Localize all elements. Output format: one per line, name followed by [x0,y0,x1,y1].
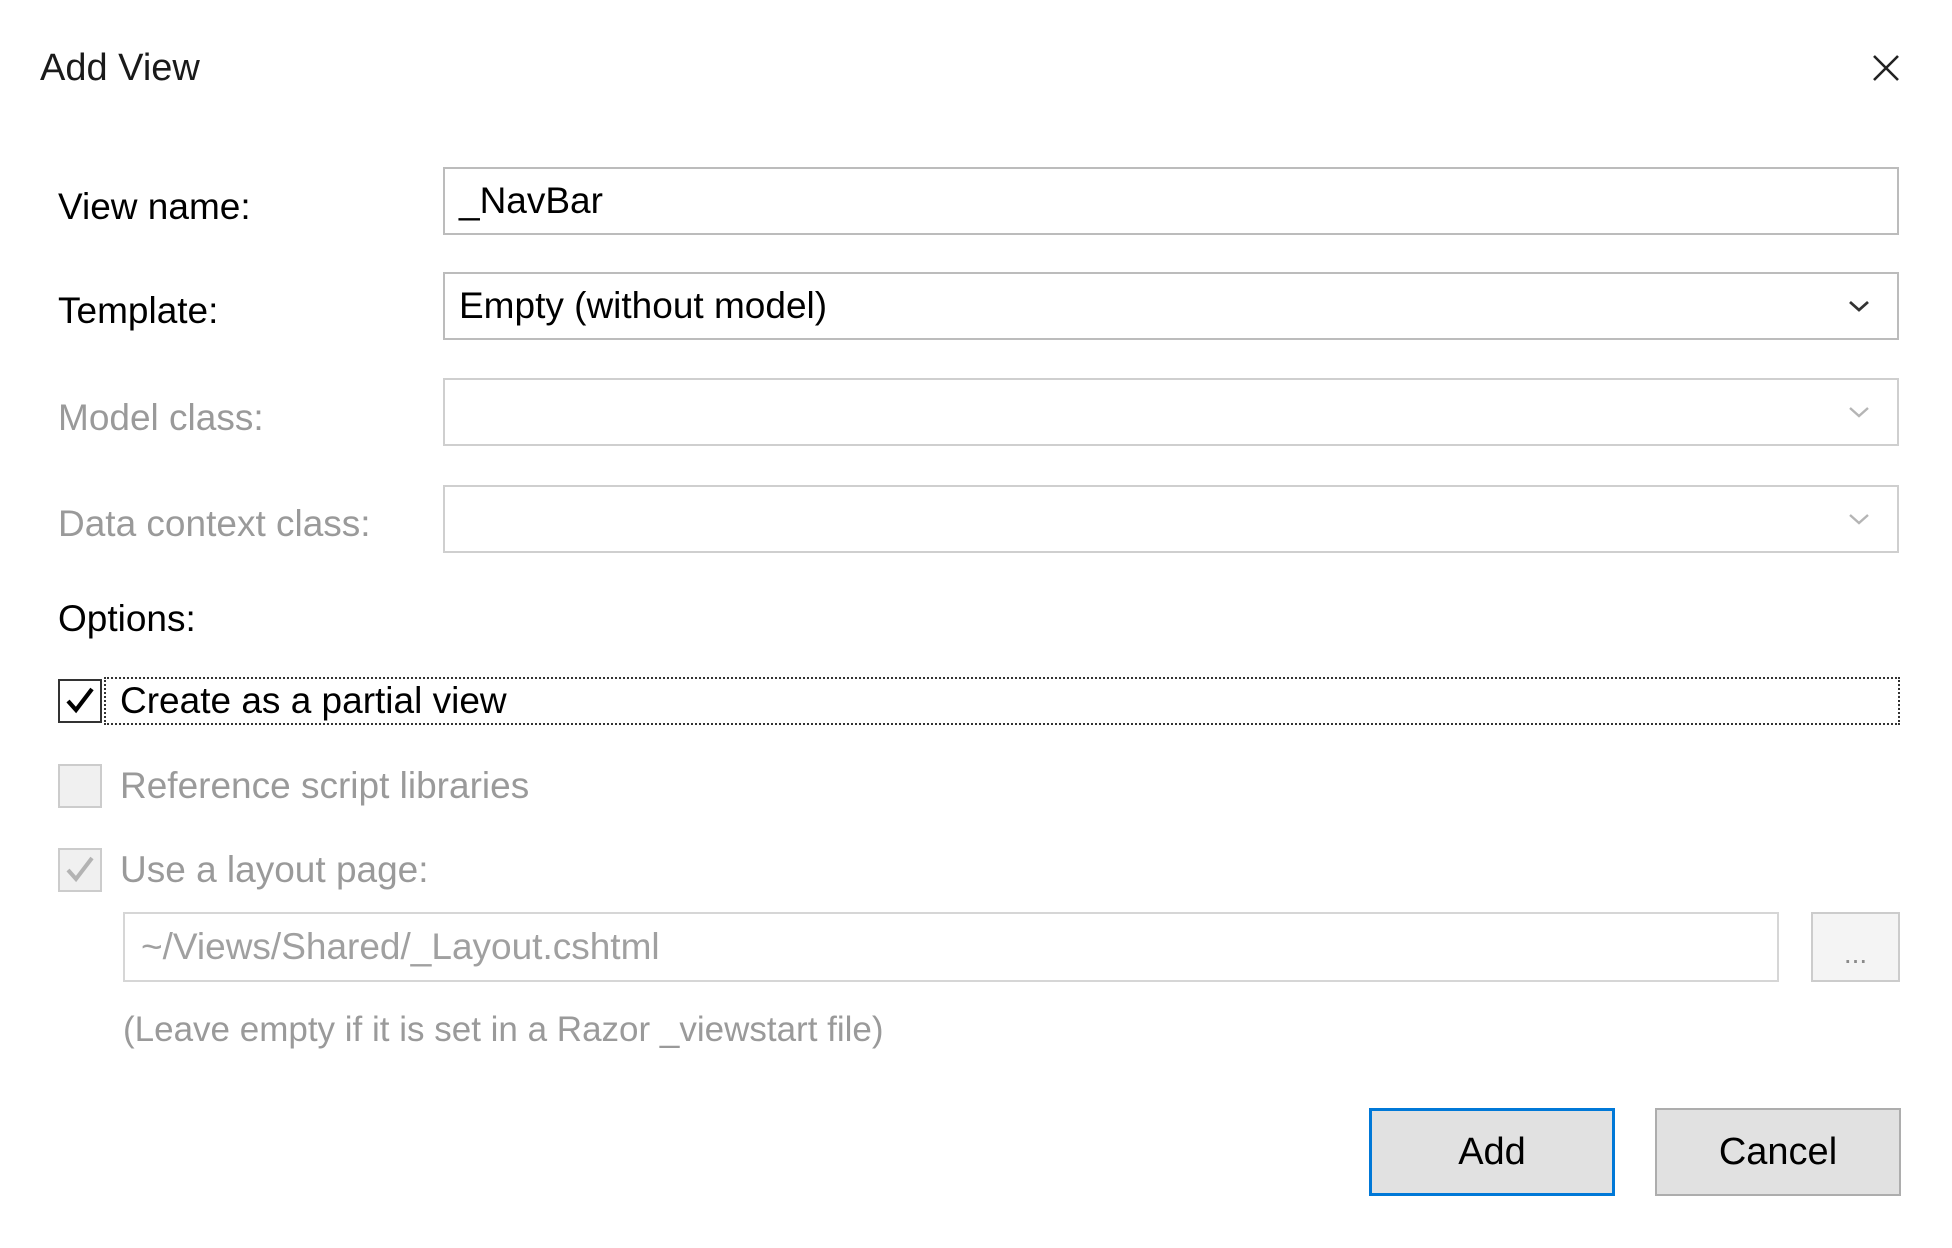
add-view-dialog: Add View View name: _NavBar Template: Em… [0,0,1952,1248]
model-class-label: Model class: [58,397,264,438]
browse-button[interactable]: ... [1811,912,1900,982]
add-button-label: Add [1458,1130,1526,1173]
model-class-select[interactable] [443,378,1899,446]
close-button[interactable] [1862,44,1910,92]
use-layout-option[interactable]: Use a layout page: [58,846,429,894]
close-icon [1871,53,1901,83]
reference-scripts-checkbox[interactable] [58,764,102,808]
layout-hint: (Leave empty if it is set in a Razor _vi… [123,1010,884,1049]
data-context-class-select[interactable] [443,485,1899,553]
checkmark-icon [66,687,94,714]
reference-scripts-label: Reference script libraries [120,765,530,806]
template-selected-value: Empty (without model) [459,285,828,326]
partial-view-checkbox[interactable] [58,679,102,723]
use-layout-label: Use a layout page: [120,849,429,890]
reference-scripts-option[interactable]: Reference script libraries [58,762,529,810]
cancel-button-label: Cancel [1718,1130,1838,1173]
view-name-value: _NavBar [459,180,603,221]
view-name-label: View name: [58,186,251,227]
layout-path-input[interactable]: ~/Views/Shared/_Layout.cshtml [123,912,1779,982]
partial-view-label: Create as a partial view [120,680,507,721]
chevron-down-icon [1839,499,1879,539]
chevron-down-icon [1839,286,1879,326]
checkmark-icon [66,856,94,883]
browse-button-label: ... [1843,938,1868,969]
use-layout-checkbox[interactable] [58,848,102,892]
dialog-title: Add View [40,47,200,89]
partial-view-option[interactable]: Create as a partial view [58,677,507,725]
layout-path-placeholder: ~/Views/Shared/_Layout.cshtml [141,926,660,967]
template-label: Template: [58,290,219,331]
options-heading: Options: [58,598,196,639]
chevron-down-icon [1839,392,1879,432]
view-name-input[interactable]: _NavBar [443,167,1899,235]
cancel-button[interactable]: Cancel [1655,1108,1901,1196]
template-select[interactable]: Empty (without model) [443,272,1899,340]
add-button[interactable]: Add [1369,1108,1615,1196]
data-context-class-label: Data context class: [58,503,371,544]
